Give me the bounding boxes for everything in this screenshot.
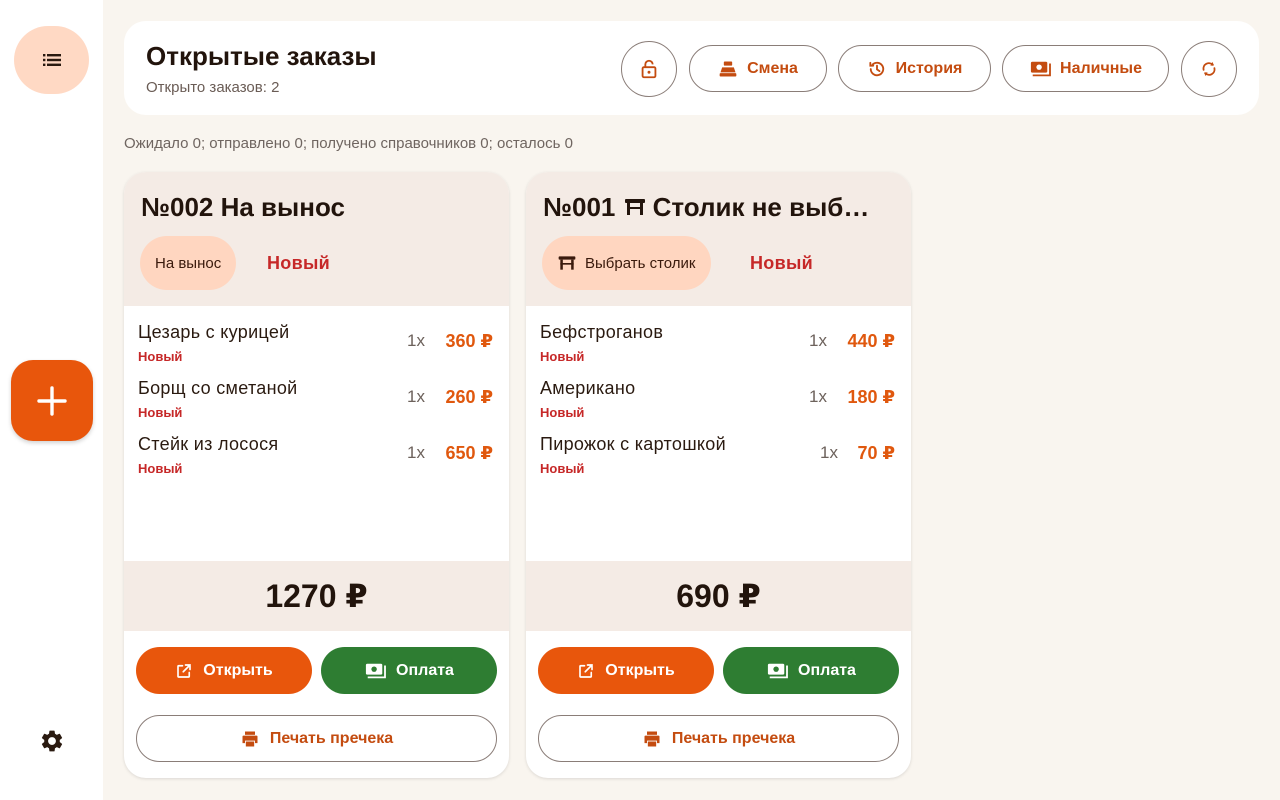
cash-button[interactable]: Наличные [1002, 45, 1169, 92]
item-quantity: 1x [407, 387, 425, 406]
order-table-text: Столик не выб… [652, 192, 870, 222]
order-card: №001 Столик не выб… Выбрать столик Новый… [526, 172, 911, 778]
shift-button[interactable]: Смена [689, 45, 827, 92]
open-order-button[interactable]: Открыть [136, 647, 312, 694]
history-button-label: История [895, 59, 963, 77]
open-order-button-label: Открыть [605, 661, 675, 679]
cash-register-icon [718, 59, 738, 79]
item-status: Новый [540, 461, 585, 476]
table-icon [557, 254, 577, 272]
select-table-chip[interactable]: Выбрать столик [542, 236, 711, 290]
order-title: №002 На вынос [141, 192, 491, 223]
payments-icon [766, 661, 788, 681]
print-precheck-button[interactable]: Печать пречека [538, 715, 899, 762]
open-external-icon [175, 662, 193, 680]
order-card-header: №002 На вынос На вынос Новый [124, 172, 509, 306]
order-type-chip-label: На вынос [155, 254, 222, 272]
order-status-label: Новый [267, 253, 330, 273]
open-order-button[interactable]: Открыть [538, 647, 714, 694]
print-precheck-button-label: Печать пречека [671, 729, 796, 747]
lock-icon [638, 58, 660, 80]
page-header: Открытые заказы Открыто заказов: 2 Смена… [124, 21, 1259, 115]
order-number: №001 [543, 192, 623, 222]
order-total: 690 ₽ [526, 561, 911, 631]
item-name: Пирожок с картошкой [540, 434, 726, 454]
item-quantity: 1x [820, 443, 838, 462]
item-price: 650 ₽ [445, 443, 493, 463]
add-order-button[interactable] [11, 360, 93, 441]
plus-icon [36, 385, 68, 417]
open-external-icon [577, 662, 595, 680]
item-price: 440 ₽ [847, 331, 895, 351]
item-quantity: 1x [809, 331, 827, 350]
order-item[interactable]: Борщ со сметаной Новый 1x 260 ₽ [124, 362, 509, 420]
order-type-chip[interactable]: На вынос [140, 236, 237, 290]
order-title-text: №002 На вынос [141, 192, 345, 222]
pay-order-button-label: Оплата [798, 661, 856, 679]
item-name: Американо [540, 378, 636, 398]
history-button[interactable]: История [838, 45, 991, 92]
print-precheck-button-label: Печать пречека [269, 729, 394, 747]
list-icon [40, 48, 64, 72]
cash-button-label: Наличные [1060, 59, 1142, 77]
open-order-button-label: Открыть [203, 661, 273, 679]
print-icon [240, 729, 260, 749]
item-price: 260 ₽ [445, 387, 493, 407]
order-item[interactable]: Стейк из лосося Новый 1x 650 ₽ [124, 418, 509, 476]
open-orders-count: Открыто заказов: 2 [146, 79, 280, 96]
payments-icon [364, 661, 386, 681]
order-item[interactable]: Пирожок с картошкой Новый 1x 70 ₽ [526, 418, 911, 476]
order-card-header: №001 Столик не выб… Выбрать столик Новый [526, 172, 911, 306]
shift-button-label: Смена [747, 59, 798, 77]
pay-order-button[interactable]: Оплата [321, 647, 497, 694]
order-total: 1270 ₽ [124, 561, 509, 631]
item-price: 180 ₽ [847, 387, 895, 407]
settings-button[interactable] [38, 727, 66, 755]
order-title: №001 Столик не выб… [543, 192, 893, 223]
item-price: 70 ₽ [857, 443, 895, 463]
item-status: Новый [138, 461, 183, 476]
sync-button[interactable] [1181, 41, 1237, 97]
navigation-rail [0, 0, 103, 800]
history-icon [867, 59, 887, 79]
item-quantity: 1x [809, 387, 827, 406]
order-title-text: №001 Столик не выб… [543, 192, 869, 223]
order-item[interactable]: Американо Новый 1x 180 ₽ [526, 362, 911, 420]
order-item[interactable]: Цезарь с курицей Новый 1x 360 ₽ [124, 306, 509, 364]
item-name: Борщ со сметаной [138, 378, 298, 398]
cash-icon [1029, 59, 1051, 79]
print-icon [642, 729, 662, 749]
gear-icon [39, 728, 65, 754]
sync-status-text: Ожидало 0; отправлено 0; получено справо… [124, 135, 573, 152]
item-price: 360 ₽ [445, 331, 493, 351]
pay-order-button[interactable]: Оплата [723, 647, 899, 694]
item-quantity: 1x [407, 443, 425, 462]
page-title: Открытые заказы [146, 41, 377, 71]
item-name: Цезарь с курицей [138, 322, 290, 342]
lock-button[interactable] [621, 41, 677, 97]
item-name: Бефстроганов [540, 322, 664, 342]
table-icon [623, 196, 647, 218]
select-table-chip-label: Выбрать столик [585, 254, 696, 272]
print-precheck-button[interactable]: Печать пречека [136, 715, 497, 762]
order-status-label: Новый [750, 253, 813, 273]
item-name: Стейк из лосося [138, 434, 279, 454]
item-quantity: 1x [407, 331, 425, 350]
pay-order-button-label: Оплата [396, 661, 454, 679]
orders-list-button[interactable] [14, 26, 89, 94]
order-item[interactable]: Бефстроганов Новый 1x 440 ₽ [526, 306, 911, 364]
sync-icon [1199, 59, 1219, 79]
order-card: №002 На вынос На вынос Новый Цезарь с ку… [124, 172, 509, 778]
